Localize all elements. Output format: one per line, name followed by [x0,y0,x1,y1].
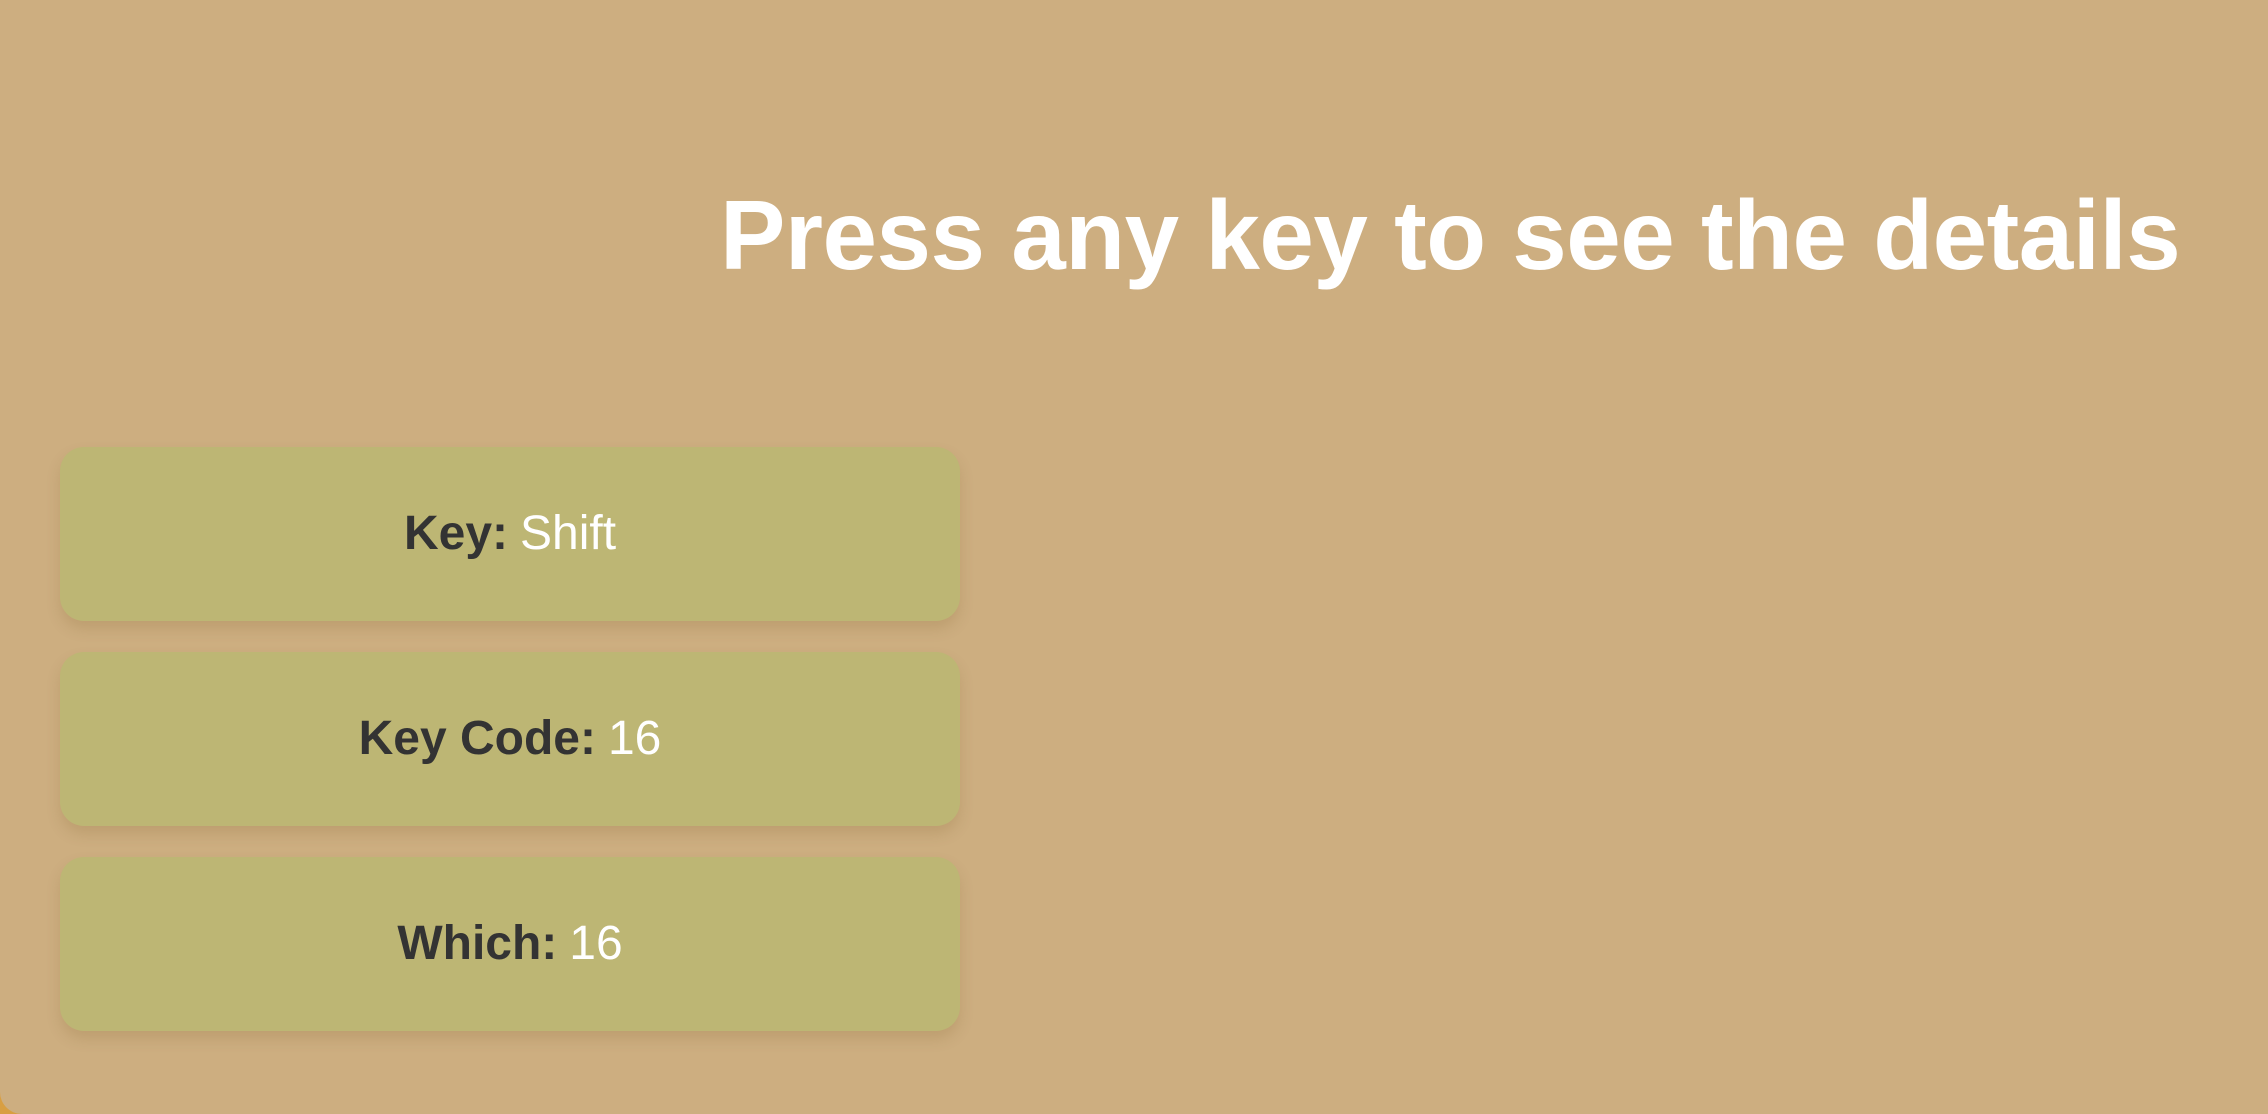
key-value: Shift [520,507,617,560]
key-code-label: Key Code: [358,712,596,765]
key-code-value: 16 [607,712,662,765]
page-heading: Press any key to see the details [720,180,2181,290]
key-code-card: Key Code: 16 [60,652,960,826]
which-card: Which: 16 [60,857,960,1031]
key-card: Key: Shift [60,447,960,621]
which-label: Which: [397,917,558,970]
key-label: Key: [403,507,508,560]
key-details-app: Press any key to see the details Key: Sh… [0,0,2268,1114]
which-value: 16 [569,917,623,970]
